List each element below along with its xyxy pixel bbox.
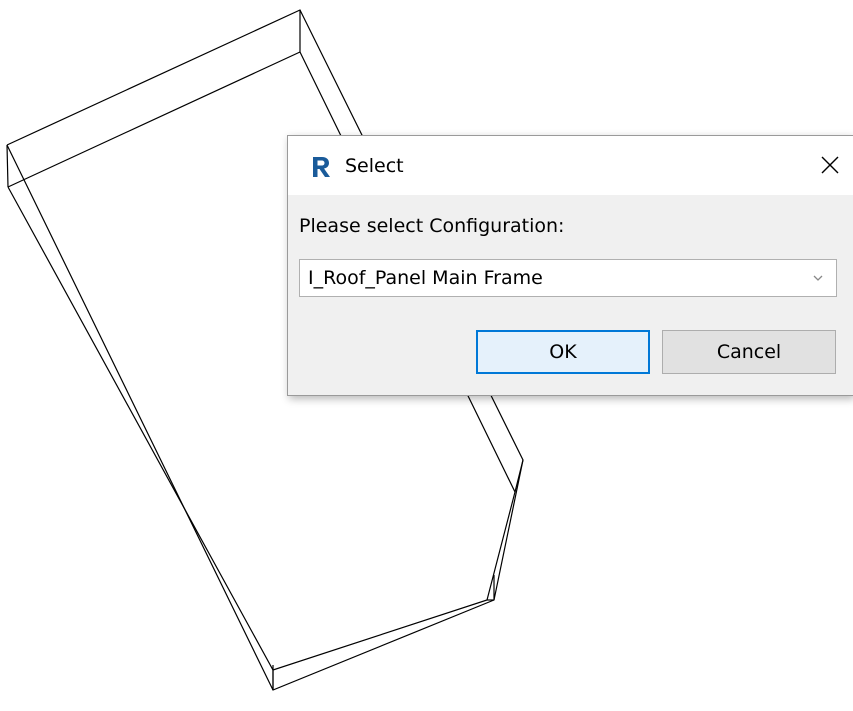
dialog-titlebar[interactable]: Select [288, 136, 853, 195]
ok-button[interactable]: OK [476, 330, 650, 374]
configuration-prompt-label: Please select Configuration: [299, 215, 565, 237]
roof-panel-edge-v1 [6, 144, 9, 188]
configuration-dropdown[interactable]: I_Roof_Panel Main Frame [299, 259, 837, 297]
roof-panel-edge-v3 [514, 459, 524, 493]
cancel-button[interactable]: Cancel [662, 330, 836, 374]
revit-r-icon [310, 155, 332, 179]
configuration-selected-value: I_Roof_Panel Main Frame [308, 267, 543, 289]
model-canvas: Select Please select Configuration: I_Ro… [0, 0, 853, 711]
close-x-icon [821, 156, 839, 174]
chevron-down-icon [813, 275, 823, 281]
select-dialog: Select Please select Configuration: I_Ro… [287, 135, 853, 396]
close-button[interactable] [807, 144, 853, 186]
dialog-title: Select [345, 155, 404, 177]
